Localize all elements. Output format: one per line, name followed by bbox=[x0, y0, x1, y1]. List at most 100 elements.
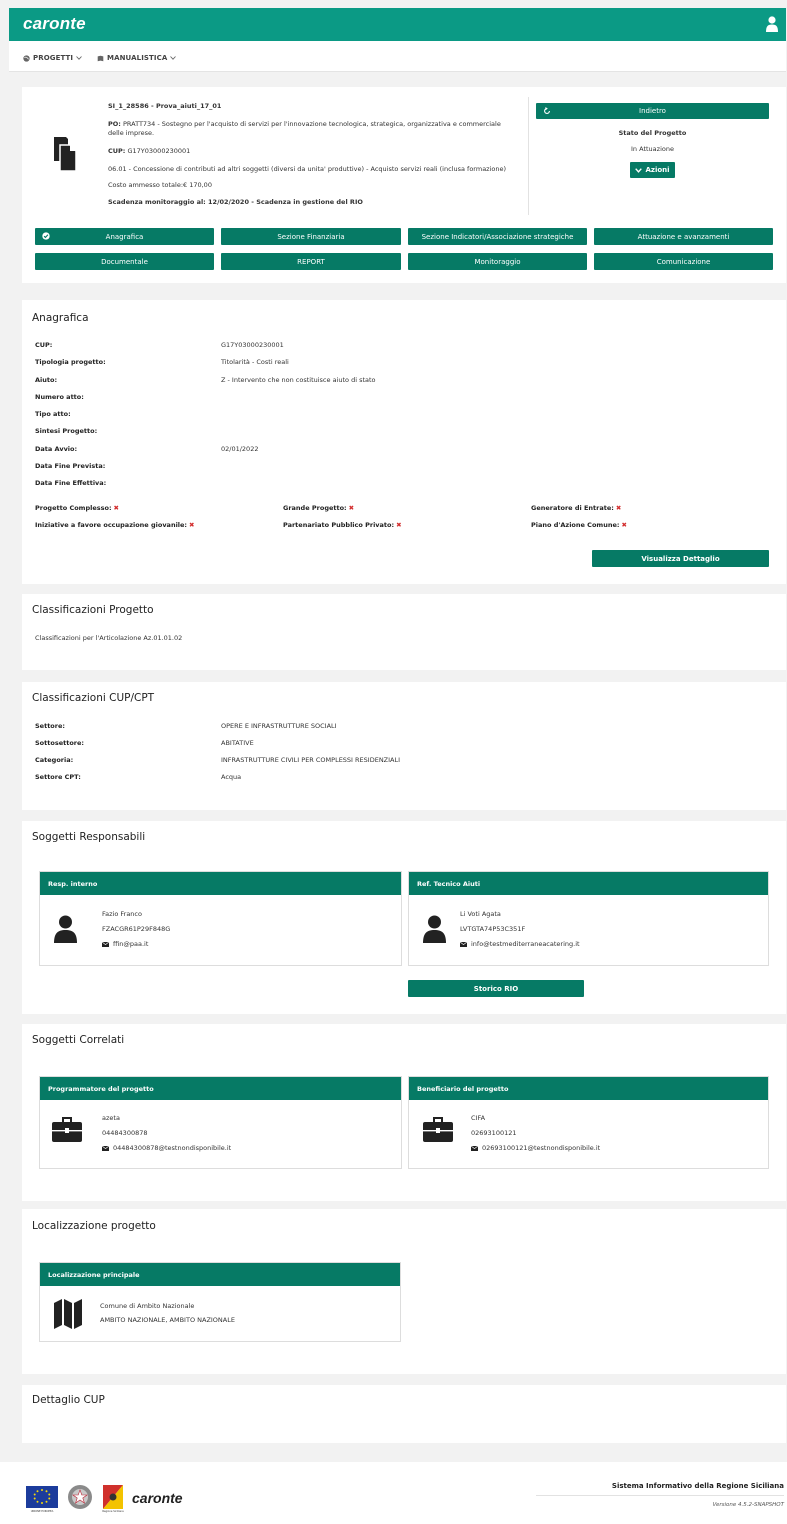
tab-anagrafica-label: Anagrafica bbox=[105, 232, 144, 241]
user-icon[interactable] bbox=[766, 16, 778, 32]
resp-email[interactable]: info@testmediterraneacatering.it bbox=[460, 940, 580, 948]
programmatore-card: Programmatore del progetto azeta 0448430… bbox=[39, 1076, 402, 1169]
classificazioni-panel: Classificazioni Progetto Classificazioni… bbox=[22, 594, 786, 670]
loc-line1: Comune di Ambito Nazionale bbox=[100, 1302, 195, 1310]
menu-bar: PROGETTI MANUALISTICA bbox=[9, 41, 786, 72]
documents-icon bbox=[54, 137, 77, 171]
dettaglio-cup-title: Dettaglio CUP bbox=[32, 1394, 105, 1406]
app-logo[interactable]: caronte bbox=[23, 14, 86, 34]
project-cup: CUP: G17Y03000230001 bbox=[108, 147, 190, 155]
card-head: Beneficiario del progetto bbox=[409, 1077, 768, 1100]
storico-rio-button[interactable]: Storico RIO bbox=[408, 980, 584, 997]
row-label: Sottosettore: bbox=[35, 739, 84, 747]
tab-documentale[interactable]: Documentale bbox=[35, 253, 214, 270]
flag-complesso: Progetto Complesso: ✖ bbox=[35, 504, 119, 512]
person-icon bbox=[423, 915, 446, 943]
cup-label: CUP: bbox=[108, 147, 126, 155]
ref-tecnico-card: Ref. Tecnico Aiuti Li Voti Agata LVTGTA7… bbox=[408, 871, 769, 966]
project-header-panel: SI_1_28586 - Prova_aiuti_17_01 PO: PRATT… bbox=[22, 87, 786, 283]
row-label: Tipo atto: bbox=[35, 410, 71, 418]
flag-label: Generatore di Entrate: bbox=[531, 504, 614, 512]
subject-email[interactable]: 04484300878@testnondisponibile.it bbox=[102, 1144, 231, 1152]
responsabili-title: Soggetti Responsabili bbox=[32, 831, 146, 843]
chevron-down-icon bbox=[170, 56, 177, 60]
tab-report[interactable]: REPORT bbox=[221, 253, 401, 270]
menu-manualistica-label: MANUALISTICA bbox=[107, 54, 168, 62]
envelope-icon bbox=[460, 941, 467, 947]
correlati-panel: Soggetti Correlati Programmatore del pro… bbox=[22, 1024, 786, 1201]
anagrafica-title: Anagrafica bbox=[32, 312, 89, 324]
header-divider bbox=[528, 97, 529, 215]
card-head: Resp. interno bbox=[40, 872, 401, 895]
refresh-icon bbox=[544, 107, 550, 114]
po-value: PRATT734 - Sostegno per l'acquisto di se… bbox=[122, 120, 501, 128]
correlati-title: Soggetti Correlati bbox=[32, 1034, 125, 1046]
loc-line2: AMBITO NAZIONALE, AMBITO NAZIONALE bbox=[100, 1316, 235, 1324]
menu-progetti[interactable]: PROGETTI bbox=[23, 54, 82, 62]
tab-comunicazione[interactable]: Comunicazione bbox=[594, 253, 773, 270]
tab-finanziaria[interactable]: Sezione Finanziaria bbox=[221, 228, 401, 245]
resp-interno-card: Resp. interno Fazio Franco FZACGR61P29F8… bbox=[39, 871, 402, 966]
tab-indicatori[interactable]: Sezione Indicatori/Associazione strategi… bbox=[408, 228, 587, 245]
row-value: ABITATIVE bbox=[221, 739, 254, 747]
sicily-caption: Regione Siciliana bbox=[102, 1510, 124, 1513]
back-button[interactable]: Indietro bbox=[536, 103, 769, 119]
menu-manualistica[interactable]: MANUALISTICA bbox=[97, 54, 177, 62]
row-label: Data Avvio: bbox=[35, 445, 78, 453]
po-label: PO: bbox=[108, 120, 121, 128]
footer-version: Versione 4.5.2-SNAPSHOT bbox=[712, 1502, 784, 1508]
flag-label: Piano d'Azione Comune: bbox=[531, 521, 620, 529]
flag-label: Progetto Complesso: bbox=[35, 504, 112, 512]
republic-emblem-icon bbox=[68, 1485, 92, 1509]
eu-caption: UNIONE EUROPEA bbox=[30, 1510, 54, 1513]
project-scadenza: Scadenza monitoraggio al: 12/02/2020 - S… bbox=[108, 198, 363, 206]
envelope-icon bbox=[471, 1145, 478, 1151]
sicily-emblem-icon bbox=[103, 1485, 123, 1509]
email-text: info@testmediterraneacatering.it bbox=[471, 940, 580, 948]
flag-generatore: Generatore di Entrate: ✖ bbox=[531, 504, 621, 512]
row-label: Aiuto: bbox=[35, 376, 58, 384]
map-icon bbox=[54, 1299, 82, 1329]
globe-icon bbox=[23, 54, 30, 62]
visualizza-dettaglio-button[interactable]: Visualizza Dettaglio bbox=[592, 550, 769, 567]
subject-code: 04484300878 bbox=[102, 1129, 148, 1137]
project-title: SI_1_28586 - Prova_aiuti_17_01 bbox=[108, 102, 222, 110]
close-icon: ✖ bbox=[348, 504, 355, 512]
book-icon bbox=[97, 55, 104, 61]
cupcpt-panel: Classificazioni CUP/CPT Settore: OPERE E… bbox=[22, 682, 786, 810]
chevron-down-icon bbox=[635, 167, 643, 173]
project-costo: Costo ammesso totale:€ 170,00 bbox=[108, 181, 212, 189]
row-value: Z - Intervento che non costituisce aiuto… bbox=[221, 376, 376, 384]
row-value: G17Y03000230001 bbox=[221, 341, 284, 349]
row-value: Acqua bbox=[221, 773, 242, 781]
briefcase-icon bbox=[52, 1117, 82, 1142]
email-text: 04484300878@testnondisponibile.it bbox=[113, 1144, 232, 1152]
resp-code: LVTGTA74P53C351F bbox=[460, 925, 526, 933]
email-text: 02693100121@testnondisponibile.it bbox=[482, 1144, 601, 1152]
row-value: Titolarità - Costi reali bbox=[221, 358, 289, 366]
row-label: CUP: bbox=[35, 341, 53, 349]
tab-attuazione[interactable]: Attuazione e avanzamenti bbox=[594, 228, 773, 245]
tab-monitoraggio[interactable]: Monitoraggio bbox=[408, 253, 587, 270]
row-label: Sintesi Progetto: bbox=[35, 427, 98, 435]
subject-email[interactable]: 02693100121@testnondisponibile.it bbox=[471, 1144, 600, 1152]
footer-divider bbox=[536, 1495, 784, 1496]
classificazioni-text: Classificazioni per l'Articolazione Az.0… bbox=[35, 634, 183, 642]
azioni-button[interactable]: Azioni bbox=[630, 162, 675, 178]
flag-piano: Piano d'Azione Comune: ✖ bbox=[531, 521, 627, 529]
row-value: INFRASTRUTTURE CIVILI PER COMPLESSI RESI… bbox=[221, 756, 401, 764]
resp-name: Fazio Franco bbox=[102, 910, 142, 918]
subject-code: 02693100121 bbox=[471, 1129, 517, 1137]
flag-label: Iniziative a favore occupazione giovanil… bbox=[35, 521, 188, 529]
tab-anagrafica[interactable]: Anagrafica bbox=[35, 228, 214, 245]
resp-email[interactable]: ffin@paa.it bbox=[102, 940, 148, 948]
localizzazione-panel: Localizzazione progetto Localizzazione p… bbox=[22, 1209, 786, 1374]
localizzazione-title: Localizzazione progetto bbox=[32, 1220, 156, 1232]
row-label: Numero atto: bbox=[35, 393, 84, 401]
briefcase-icon bbox=[423, 1117, 453, 1142]
close-icon: ✖ bbox=[615, 504, 622, 512]
beneficiario-card: Beneficiario del progetto CIFA 026931001… bbox=[408, 1076, 769, 1169]
resp-name: Li Voti Agata bbox=[460, 910, 501, 918]
card-head: Programmatore del progetto bbox=[40, 1077, 401, 1100]
row-value: OPERE E INFRASTRUTTURE SOCIALI bbox=[221, 722, 337, 730]
